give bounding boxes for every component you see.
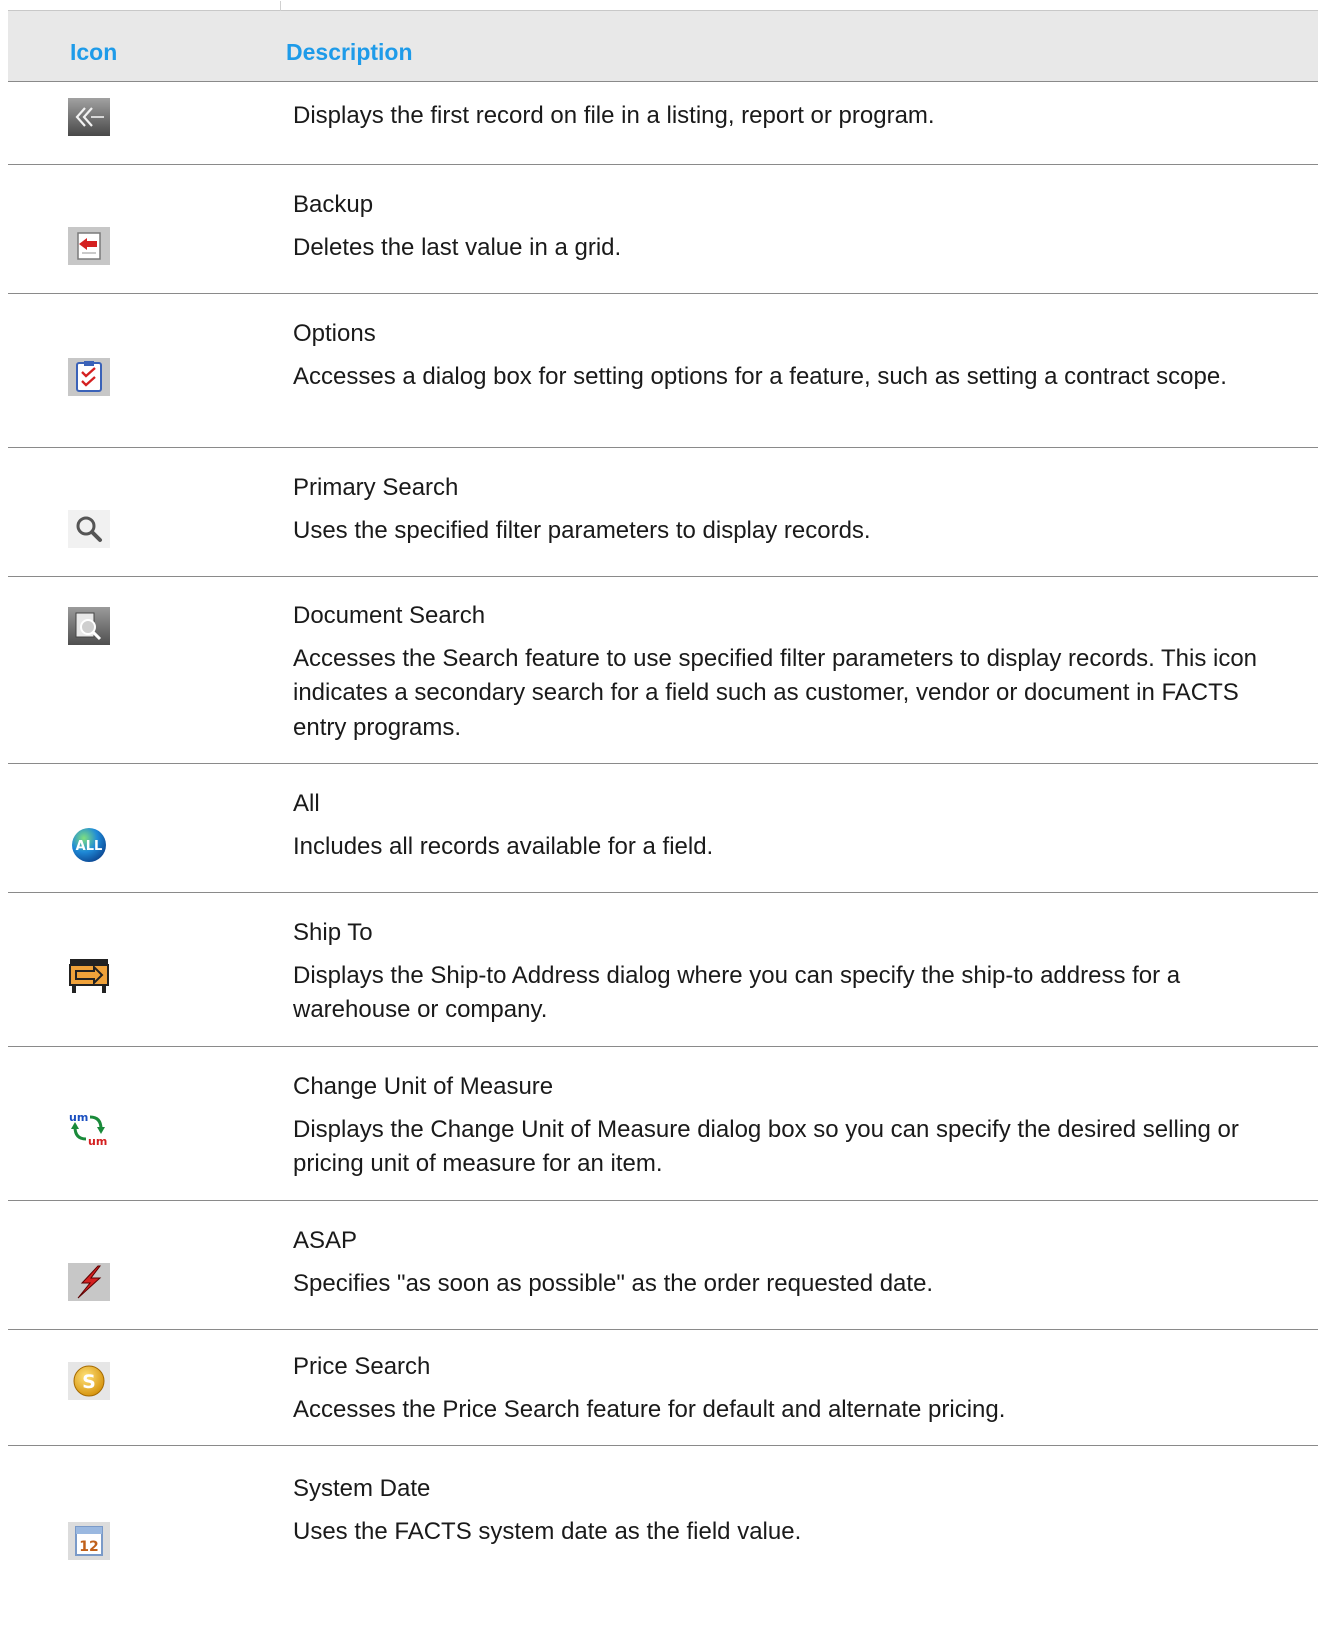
table-row: Backup Deletes the last value in a grid.: [8, 165, 1318, 294]
table-row: um um Change Unit of Measure Displays th…: [8, 1047, 1318, 1201]
all-icon: ALL: [68, 826, 110, 864]
row-title: Price Search: [293, 1353, 431, 1380]
row-description: Specifies "as soon as possible" as the o…: [293, 1269, 934, 1297]
svg-text:um: um: [69, 1111, 88, 1124]
table-row: S Price Search Accesses the Price Search…: [8, 1330, 1318, 1446]
row-title: ASAP: [293, 1227, 358, 1254]
row-title: Primary Search: [293, 474, 459, 501]
row-description: Displays the Ship-to Address dialog wher…: [293, 961, 1181, 1024]
ship-to-icon: [68, 955, 110, 993]
system-date-icon: 12: [68, 1522, 110, 1560]
table-row: Primary Search Uses the specified filter…: [8, 448, 1318, 577]
search-icon: [68, 510, 110, 548]
svg-text:S: S: [82, 1371, 96, 1393]
asap-icon: [68, 1263, 110, 1301]
row-description: Displays the first record on file in a l…: [293, 102, 935, 129]
row-title: Options: [293, 320, 376, 347]
table-row: Ship To Displays the Ship-to Address dia…: [8, 893, 1318, 1047]
row-title: Change Unit of Measure: [293, 1073, 554, 1100]
svg-text:um: um: [88, 1135, 107, 1147]
svg-text:12: 12: [79, 1539, 98, 1555]
row-description: Accesses the Search feature to use speci…: [293, 644, 1258, 741]
row-title: Ship To: [293, 919, 373, 946]
row-description: Includes all records available for a fie…: [293, 832, 714, 860]
row-description: Uses the specified filter parameters to …: [293, 516, 871, 544]
description-column-header: Description: [286, 39, 413, 65]
row-title: Document Search: [293, 602, 486, 629]
row-title: System Date: [293, 1475, 431, 1502]
row-description: Accesses a dialog box for setting option…: [293, 362, 1227, 390]
row-title: All: [293, 790, 320, 817]
table-row: Displays the first record on file in a l…: [8, 82, 1318, 165]
svg-text:ALL: ALL: [76, 839, 103, 854]
table-row: ASAP Specifies "as soon as possible" as …: [8, 1201, 1318, 1330]
price-search-icon: S: [68, 1362, 110, 1400]
first-record-icon: [68, 98, 110, 136]
row-description: Accesses the Price Search feature for de…: [293, 1395, 1006, 1423]
table-row: 12 System Date Uses the FACTS system dat…: [8, 1446, 1318, 1581]
table-row: Document Search Accesses the Search feat…: [8, 577, 1318, 764]
row-description: Deletes the last value in a grid.: [293, 233, 622, 261]
table-header: Icon Description: [8, 1, 1318, 82]
table-row: Options Accesses a dialog box for settin…: [8, 294, 1318, 448]
document-search-icon: [68, 607, 110, 645]
backup-icon: [68, 227, 110, 265]
change-unit-of-measure-icon: um um: [68, 1109, 110, 1147]
row-description: Displays the Change Unit of Measure dial…: [293, 1115, 1239, 1178]
header-divider: [280, 1, 281, 11]
row-description: Uses the FACTS system date as the field …: [293, 1517, 802, 1545]
table-row: ALL All Includes all records available f…: [8, 764, 1318, 893]
icon-table: Icon Description Displays the first reco…: [8, 1, 1318, 1581]
icon-column-header: Icon: [70, 39, 118, 65]
row-title: Backup: [293, 191, 374, 218]
options-icon: [68, 358, 110, 396]
